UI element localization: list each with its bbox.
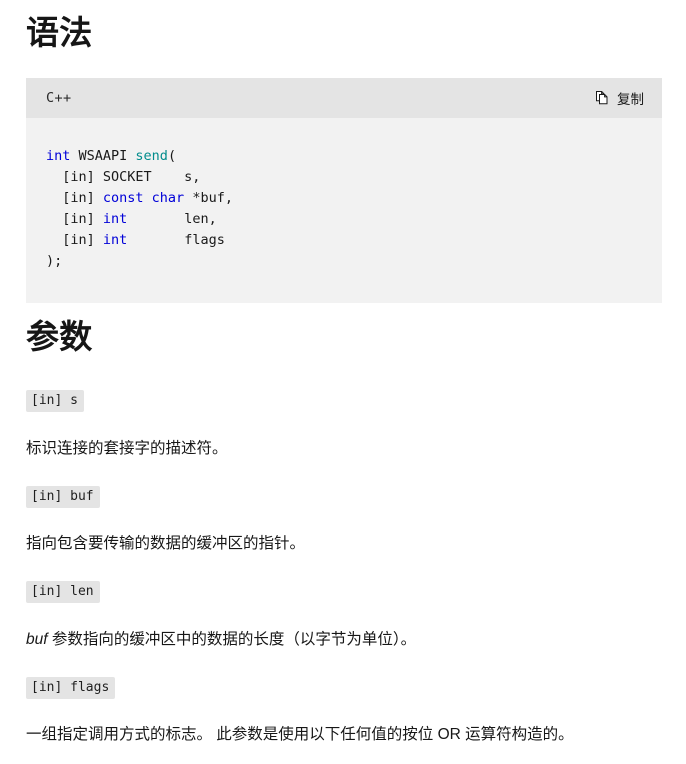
code-token: int: [46, 147, 71, 164]
param-chip-s: [in] s: [26, 390, 84, 412]
code-token: [in]: [46, 231, 103, 248]
code-token: send: [135, 147, 168, 164]
syntax-heading: 语法: [26, 14, 93, 51]
copy-pages-icon: [594, 90, 610, 106]
param-description-s: 标识连接的套接字的描述符。: [26, 437, 228, 461]
description-text: 标识连接的套接字的描述符。: [26, 440, 228, 457]
code-token: len,: [127, 210, 217, 227]
code-token: [in]: [46, 210, 103, 227]
param-description-len: buf 参数指向的缓冲区中的数据的长度（以字节为单位）。: [26, 628, 416, 652]
code-content: int WSAAPI send( [in] SOCKET s, [in] con…: [26, 131, 662, 290]
code-block: C++ 复制 int WSAAPI send( [in] SOCKET s, […: [26, 78, 662, 303]
description-text: 参数指向的缓冲区中的数据的长度（以字节为单位）。: [47, 631, 417, 648]
copy-code-button[interactable]: 复制: [590, 85, 648, 111]
param-chip-len: [in] len: [26, 581, 100, 603]
param-name-emphasis: buf: [26, 631, 48, 648]
code-token: flags: [127, 231, 225, 248]
description-text: 指向包含要传输的数据的缓冲区的指针。: [26, 535, 306, 552]
code-token: );: [46, 252, 63, 269]
param-description-buf: 指向包含要传输的数据的缓冲区的指针。: [26, 532, 305, 556]
code-token: [in]: [46, 189, 103, 206]
code-language-label: C++: [46, 90, 72, 106]
code-token: WSAAPI: [70, 147, 136, 164]
code-block-header: C++ 复制: [26, 78, 662, 118]
code-token: *buf,: [184, 189, 233, 206]
param-description-flags: 一组指定调用方式的标志。 此参数是使用以下任何值的按位 OR 运算符构造的。: [26, 723, 574, 747]
copy-button-label: 复制: [617, 92, 644, 107]
documentation-page: 语法 C++ 复制 int WSAAPI send( [in] SOCKET s…: [0, 0, 686, 764]
code-token: int: [102, 231, 128, 248]
code-token: int: [102, 210, 128, 227]
code-token: [in] SOCKET s,: [46, 168, 201, 185]
parameters-heading: 参数: [26, 318, 93, 355]
param-chip-buf: [in] buf: [26, 486, 100, 508]
code-tokens: int WSAAPI send( [in] SOCKET s, [in] con…: [46, 148, 233, 269]
code-token: const char: [102, 189, 185, 206]
description-text: 一组指定调用方式的标志。 此参数是使用以下任何值的按位 OR 运算符构造的。: [26, 726, 574, 743]
param-chip-flags: [in] flags: [26, 677, 116, 699]
code-token: (: [167, 147, 177, 164]
